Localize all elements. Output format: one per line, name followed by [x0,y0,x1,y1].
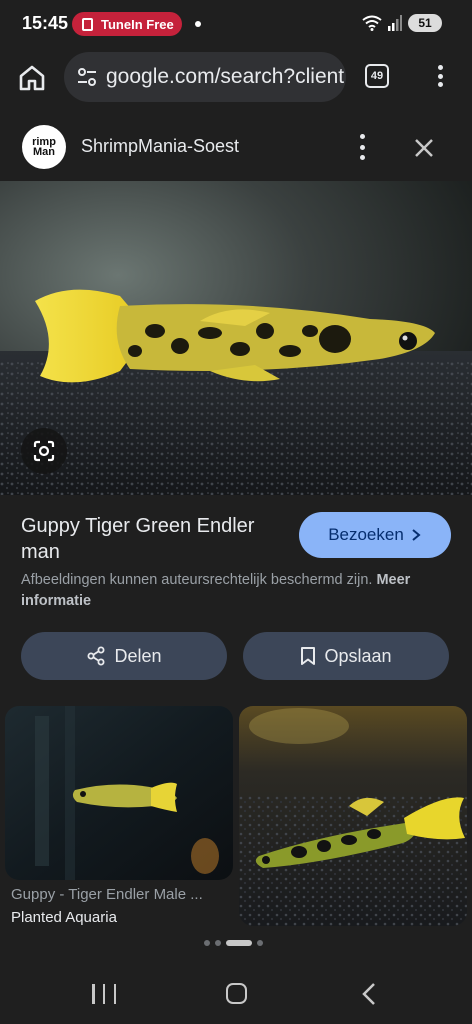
browser-toolbar: google.com/search?client 49 [0,48,472,108]
share-button[interactable]: Delen [21,632,227,680]
tab-switcher-button[interactable]: 49 [365,64,389,88]
lock-icon [82,17,93,31]
related-image-1[interactable] [5,706,233,880]
pager-dot-active [226,940,252,946]
system-navigation-bar [0,962,472,1024]
status-bar: 15:45 TuneIn Free 51 [0,0,472,48]
back-icon[interactable] [360,982,380,1006]
save-button-label: Opslaan [324,645,392,666]
visit-button-label: Bezoeken [328,525,404,544]
signal-icon [388,15,402,31]
lens-icon [33,440,55,462]
related-image-2[interactable] [239,706,467,926]
site-settings-icon[interactable] [76,66,98,88]
main-image[interactable] [0,181,472,495]
share-icon [87,646,105,666]
disclaimer-text: Afbeeldingen kunnen auteursrechtelijk be… [21,572,373,588]
more-options-icon[interactable] [354,134,370,160]
share-button-label: Delen [114,645,162,666]
google-lens-button[interactable] [21,428,67,474]
save-button[interactable]: Opslaan [243,632,449,680]
address-bar[interactable]: google.com/search?client [64,52,346,102]
browser-menu-icon[interactable] [432,62,448,90]
close-icon[interactable] [410,134,438,162]
recents-icon[interactable] [92,984,116,1004]
copyright-disclaimer: Afbeeldingen kunnen auteursrechtelijk be… [21,570,451,612]
media-recording-pill[interactable]: TuneIn Free [72,12,182,36]
bookmark-icon [301,647,316,665]
carousel-pager [204,940,263,946]
site-logo-text-bottom: Man [33,146,55,158]
notification-dot-icon [195,21,201,27]
source-header: rimp Man ShrimpMania-Soest [0,115,472,181]
wifi-icon [362,15,382,31]
result-title: Guppy Tiger Green Endler man [21,515,255,563]
battery-indicator: 51 [408,14,442,32]
pager-dot [204,940,210,946]
related-image-1-source[interactable]: Planted Aquaria [11,909,117,926]
chevron-right-icon [412,529,421,541]
pager-dot [215,940,221,946]
site-name[interactable]: ShrimpMania-Soest [81,136,239,157]
home-nav-icon[interactable] [226,983,247,1004]
related-image-1-caption[interactable]: Guppy - Tiger Endler Male ... [11,886,229,903]
system-icons: 51 [362,14,442,32]
pager-dot [257,940,263,946]
url-text[interactable]: google.com/search?client [106,65,344,89]
media-recording-label: TuneIn Free [101,16,174,32]
home-icon[interactable] [16,62,48,94]
site-logo[interactable]: rimp Man [22,125,66,169]
visit-button[interactable]: Bezoeken [299,512,451,558]
status-time: 15:45 [22,13,69,33]
